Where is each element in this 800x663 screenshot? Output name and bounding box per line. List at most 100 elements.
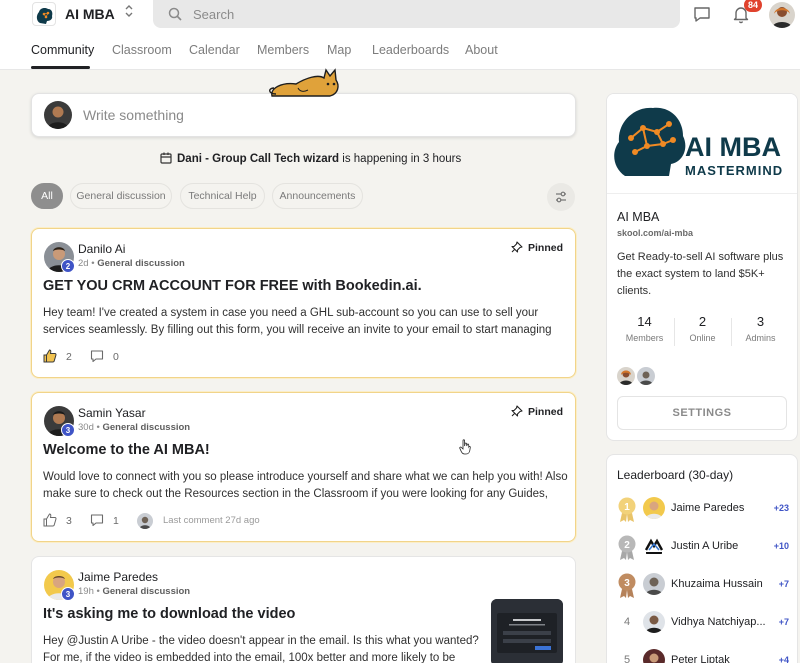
tab-community[interactable]: Community bbox=[31, 43, 94, 57]
members-stat[interactable]: 14 Members bbox=[617, 314, 672, 343]
app-name[interactable]: AI MBA bbox=[65, 6, 115, 22]
tab-calendar[interactable]: Calendar bbox=[189, 43, 240, 57]
tab-map[interactable]: Map bbox=[327, 43, 351, 57]
filter-announcements[interactable]: Announcements bbox=[272, 183, 363, 209]
post-category[interactable]: General discussion bbox=[97, 258, 185, 269]
comment-button[interactable]: 1 bbox=[90, 513, 119, 527]
last-comment-time: Last comment 27d ago bbox=[163, 515, 260, 526]
group-switcher-icon[interactable] bbox=[122, 3, 136, 20]
svg-text:2: 2 bbox=[624, 540, 630, 551]
pinned-label: Pinned bbox=[511, 241, 563, 254]
comment-button[interactable]: 0 bbox=[90, 349, 119, 363]
level-badge: 3 bbox=[61, 587, 75, 601]
notification-badge: 84 bbox=[744, 0, 762, 12]
sliders-icon bbox=[556, 191, 566, 203]
event-title[interactable]: Dani - Group Call Tech wizard bbox=[177, 153, 339, 165]
group-stats: 14 Members 2 Online 3 Admins bbox=[617, 314, 789, 354]
tab-members[interactable]: Members bbox=[257, 43, 309, 57]
post-meta: 30d • General discussion bbox=[78, 422, 191, 433]
admins-stat[interactable]: 3 Admins bbox=[733, 314, 788, 343]
event-time-text: is happening in 3 hours bbox=[339, 153, 462, 165]
banner-title: AI MBA bbox=[685, 132, 781, 162]
leader-points: +10 bbox=[773, 541, 789, 551]
leaderboard-row[interactable]: 1 Jaime Paredes +23 bbox=[607, 494, 797, 524]
pinned-label: Pinned bbox=[511, 405, 563, 418]
group-logo[interactable] bbox=[32, 2, 56, 26]
leader-avatar bbox=[643, 649, 665, 663]
filter-general-discussion[interactable]: General discussion bbox=[70, 183, 172, 209]
leaderboard-title[interactable]: Leaderboard (30-day) bbox=[617, 468, 733, 482]
online-stat[interactable]: 2 Online bbox=[675, 314, 730, 343]
post-title[interactable]: GET YOU CRM ACCOUNT FOR FREE with Booked… bbox=[43, 278, 422, 294]
level-badge: 3 bbox=[61, 423, 75, 437]
composer-placeholder: Write something bbox=[83, 107, 184, 123]
tab-leaderboards[interactable]: Leaderboards bbox=[372, 43, 449, 57]
ai-mba-logo: AI MBA MASTERMIND bbox=[614, 107, 782, 178]
silver-medal-icon: 2 bbox=[618, 535, 636, 560]
post-card[interactable]: 3 Samin Yasar 30d • General discussion P… bbox=[31, 392, 576, 542]
upcoming-event-banner[interactable]: Dani - Group Call Tech wizard is happeni… bbox=[160, 152, 461, 165]
post-title[interactable]: It's asking me to download the video bbox=[43, 606, 295, 622]
search-input[interactable] bbox=[193, 0, 663, 28]
post-card[interactable]: 2 Danilo Ai 2d • General discussion Pinn… bbox=[31, 228, 576, 378]
settings-button[interactable]: SETTINGS bbox=[617, 396, 787, 430]
thumbs-up-icon bbox=[43, 513, 57, 527]
like-button[interactable]: 2 bbox=[43, 349, 72, 363]
post-age: 30d bbox=[78, 422, 94, 433]
post-attachment-thumbnail[interactable] bbox=[491, 599, 563, 663]
tab-about[interactable]: About bbox=[465, 43, 498, 57]
leaderboard-row[interactable]: 4 Vidhya Natchiyap... +7 bbox=[607, 608, 797, 638]
tab-classroom[interactable]: Classroom bbox=[112, 43, 172, 57]
post-card[interactable]: 3 Jaime Paredes 19h • General discussion… bbox=[31, 556, 576, 663]
post-age: 19h bbox=[78, 586, 94, 597]
gold-medal-icon: 1 bbox=[618, 497, 636, 522]
leader-name[interactable]: Jaime Paredes bbox=[671, 502, 767, 514]
group-banner: AI MBA MASTERMIND bbox=[607, 94, 797, 194]
comment-icon bbox=[90, 350, 104, 363]
filter-technical-help[interactable]: Technical Help bbox=[180, 183, 265, 209]
active-tab-indicator bbox=[31, 66, 90, 69]
top-bar: AI MBA 84 bbox=[0, 0, 800, 30]
post-meta: 2d • General discussion bbox=[78, 258, 185, 269]
leader-name[interactable]: Vidhya Natchiyap... bbox=[671, 616, 767, 628]
commenter-avatar[interactable] bbox=[137, 513, 153, 529]
user-avatar[interactable] bbox=[769, 2, 795, 28]
leader-name[interactable]: Peter Liptak bbox=[671, 654, 767, 663]
member-avatar[interactable] bbox=[637, 367, 655, 385]
leader-points: +7 bbox=[778, 579, 789, 589]
search-bar[interactable] bbox=[153, 0, 680, 28]
filter-all[interactable]: All bbox=[31, 183, 63, 209]
post-excerpt: Hey team! I've created a system in case … bbox=[43, 307, 552, 336]
leader-rank: 5 bbox=[623, 654, 631, 663]
leaderboard-row[interactable]: 3 Khuzaima Hussain +7 bbox=[607, 570, 797, 600]
post-author[interactable]: Danilo Ai bbox=[78, 242, 125, 256]
leaderboard-row[interactable]: 2 Justin A Uribe +10 bbox=[607, 532, 797, 562]
leaderboard-row[interactable]: 5 Peter Liptak +4 bbox=[607, 646, 797, 663]
post-author[interactable]: Jaime Paredes bbox=[78, 570, 158, 584]
leader-points: +7 bbox=[778, 617, 789, 627]
post-category[interactable]: General discussion bbox=[102, 586, 190, 597]
post-category[interactable]: General discussion bbox=[102, 422, 190, 433]
leader-name[interactable]: Justin A Uribe bbox=[671, 540, 767, 552]
group-description: Get Ready-to-sell AI software plus the e… bbox=[617, 251, 784, 297]
pin-icon bbox=[511, 241, 523, 253]
leader-points: +4 bbox=[778, 655, 789, 663]
filter-settings-button[interactable] bbox=[547, 183, 575, 211]
group-info-card: AI MBA MASTERMIND AI MBA skool.com/ai-mb… bbox=[606, 93, 798, 441]
post-title[interactable]: Welcome to the AI MBA! bbox=[43, 442, 210, 458]
post-author[interactable]: Samin Yasar bbox=[78, 406, 146, 420]
chat-icon[interactable] bbox=[692, 4, 712, 24]
leader-name[interactable]: Khuzaima Hussain bbox=[671, 578, 767, 590]
search-icon bbox=[168, 7, 182, 21]
bronze-medal-icon: 3 bbox=[618, 573, 636, 598]
calendar-icon bbox=[160, 152, 172, 164]
group-url[interactable]: skool.com/ai-mba bbox=[617, 228, 693, 238]
leader-avatar bbox=[643, 611, 665, 633]
cursor-hand-icon bbox=[459, 439, 471, 455]
like-button[interactable]: 3 bbox=[43, 513, 72, 527]
svg-text:3: 3 bbox=[624, 578, 630, 589]
thumbs-up-icon bbox=[43, 349, 57, 363]
leader-rank: 4 bbox=[623, 616, 631, 628]
member-avatar[interactable] bbox=[617, 367, 635, 385]
comment-icon bbox=[90, 514, 104, 527]
